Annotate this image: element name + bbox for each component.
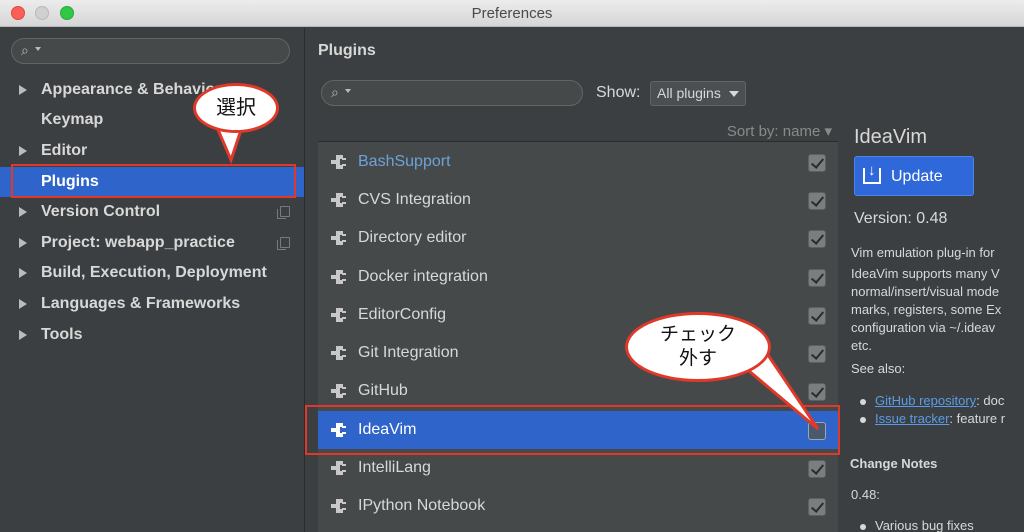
plugin-enabled-checkbox[interactable] (808, 498, 826, 516)
plugin-name: BashSupport (358, 153, 451, 170)
chevron-down-icon (729, 91, 739, 97)
show-filter-value: All plugins (657, 85, 721, 101)
sidebar-item-label: Build, Execution, Deployment (41, 264, 267, 281)
plugin-icon (331, 193, 346, 207)
plugin-name: IntelliLang (358, 459, 431, 476)
bullet-icon (860, 417, 866, 423)
change-notes-item: Various bug fixes (875, 518, 974, 532)
settings-search-input[interactable]: ⌕ (11, 38, 290, 64)
plugin-name: GitHub (358, 382, 408, 399)
plugin-name: CVS Integration (358, 191, 471, 208)
expand-arrow-icon[interactable] (19, 207, 27, 217)
sidebar-item-editor[interactable]: Editor (0, 136, 304, 166)
sidebar-item-tools[interactable]: Tools (0, 320, 304, 350)
sidebar-item-label: Version Control (41, 203, 161, 220)
plugin-enabled-checkbox[interactable] (808, 307, 826, 325)
plugin-icon (331, 231, 346, 245)
search-icon: ⌕ (331, 84, 339, 100)
plugin-row[interactable]: Directory editor (318, 219, 838, 257)
plugin-icon (331, 461, 346, 475)
plugin-enabled-checkbox[interactable] (808, 460, 826, 478)
window-titlebar: Preferences (0, 0, 1024, 27)
github-repository-link[interactable]: GitHub repository (875, 393, 976, 408)
update-button[interactable]: Update (854, 156, 974, 196)
show-label: Show: (596, 84, 641, 101)
expand-arrow-icon[interactable] (19, 146, 27, 156)
plugin-enabled-checkbox[interactable] (808, 230, 826, 248)
sort-by-label: Sort by: name (726, 123, 821, 140)
project-settings-icon (277, 237, 290, 250)
bullet-icon (860, 524, 866, 530)
plugin-row[interactable]: IPython Notebook (318, 487, 838, 525)
sidebar-item-label: Project: webapp_practice (41, 234, 235, 251)
plugins-highlight-box (11, 164, 296, 198)
plugin-row[interactable]: Docker integration (318, 258, 838, 296)
sidebar-item-build[interactable]: Build, Execution, Deployment (0, 258, 304, 288)
download-icon (863, 162, 881, 184)
plugin-icon (331, 384, 346, 398)
expand-arrow-icon[interactable] (19, 299, 27, 309)
plugin-icon (331, 346, 346, 360)
select-callout-bubble: 選択 (193, 83, 279, 133)
plugin-name: Git Integration (358, 344, 459, 361)
page-title: Plugins (318, 42, 376, 59)
plugin-detail-title: IdeaVim (854, 126, 928, 148)
link-suffix: : doc (976, 393, 1005, 408)
search-history-caret-icon[interactable] (35, 47, 41, 51)
plugin-list-header: Sort by: name ▾ (318, 120, 838, 142)
sidebar-item-label: Tools (41, 326, 83, 343)
plugin-description-line: normal/insert/visual mode (851, 284, 1000, 299)
sidebar-item-label: Keymap (41, 111, 104, 128)
plugin-row[interactable]: CVS Integration (318, 181, 838, 219)
select-callout-text: 選択 (216, 97, 256, 119)
plugin-detail-panel: IdeaVim Update Version: 0.48 Vim emulati… (840, 120, 1024, 532)
sort-by-dropdown[interactable]: Sort by: name ▾ (727, 122, 832, 140)
issue-tracker-link[interactable]: Issue tracker (875, 411, 949, 426)
plugin-icon (331, 308, 346, 322)
change-notes-heading: Change Notes (850, 456, 938, 471)
plugin-description-line: etc. (851, 338, 872, 353)
expand-arrow-icon[interactable] (19, 238, 27, 248)
sidebar-item-project[interactable]: Project: webapp_practice (0, 228, 304, 258)
plugin-enabled-checkbox[interactable] (808, 192, 826, 210)
sidebar-item-label: Languages & Frameworks (41, 295, 241, 312)
plugin-name: EditorConfig (358, 306, 447, 323)
plugin-name: Directory editor (358, 229, 467, 246)
plugin-enabled-checkbox[interactable] (808, 154, 826, 172)
plugin-row[interactable]: BashSupport (318, 143, 838, 181)
plugin-name: IPython Notebook (358, 497, 486, 514)
expand-arrow-icon[interactable] (19, 85, 27, 95)
expand-arrow-icon[interactable] (19, 330, 27, 340)
update-button-label: Update (891, 168, 943, 185)
plugin-description-line: configuration via ~/.ideav (851, 320, 996, 335)
plugin-icon (331, 270, 346, 284)
search-history-caret-icon[interactable] (345, 89, 351, 93)
plugin-search-input[interactable]: ⌕ (321, 80, 583, 106)
expand-arrow-icon[interactable] (19, 268, 27, 278)
plugin-enabled-checkbox[interactable] (808, 269, 826, 287)
sidebar-item-version-control[interactable]: Version Control (0, 197, 304, 227)
link-suffix: : feature r (949, 411, 1006, 426)
show-filter-select[interactable]: All plugins (650, 81, 746, 106)
see-also-label: See also: (851, 361, 906, 376)
plugin-description-line: Vim emulation plug-in for (851, 245, 995, 260)
plugin-icon (331, 499, 346, 513)
sidebar-item-languages[interactable]: Languages & Frameworks (0, 289, 304, 319)
sidebar-item-label: Editor (41, 142, 88, 159)
plugin-description-line: IdeaVim supports many V (851, 266, 1000, 281)
bullet-icon (860, 399, 866, 405)
plugin-name: Docker integration (358, 268, 488, 285)
plugin-list: Sort by: name ▾ BashSupport CVS Integrati… (318, 120, 838, 532)
github-repository-item: GitHub repository: doc (875, 392, 1004, 410)
issue-tracker-item: Issue tracker: feature r (875, 410, 1005, 428)
project-settings-icon (277, 206, 290, 219)
plugin-description-line: marks, registers, some Ex (851, 302, 1002, 317)
change-notes-version: 0.48: (851, 487, 880, 502)
plugin-icon (331, 155, 346, 169)
search-icon: ⌕ (21, 42, 29, 58)
window-title: Preferences (471, 5, 553, 22)
uncheck-callout-bubble: チェック 外す (625, 312, 771, 382)
uncheck-callout-text: チェック 外す (659, 324, 736, 369)
plugin-version: Version: 0.48 (854, 210, 948, 227)
